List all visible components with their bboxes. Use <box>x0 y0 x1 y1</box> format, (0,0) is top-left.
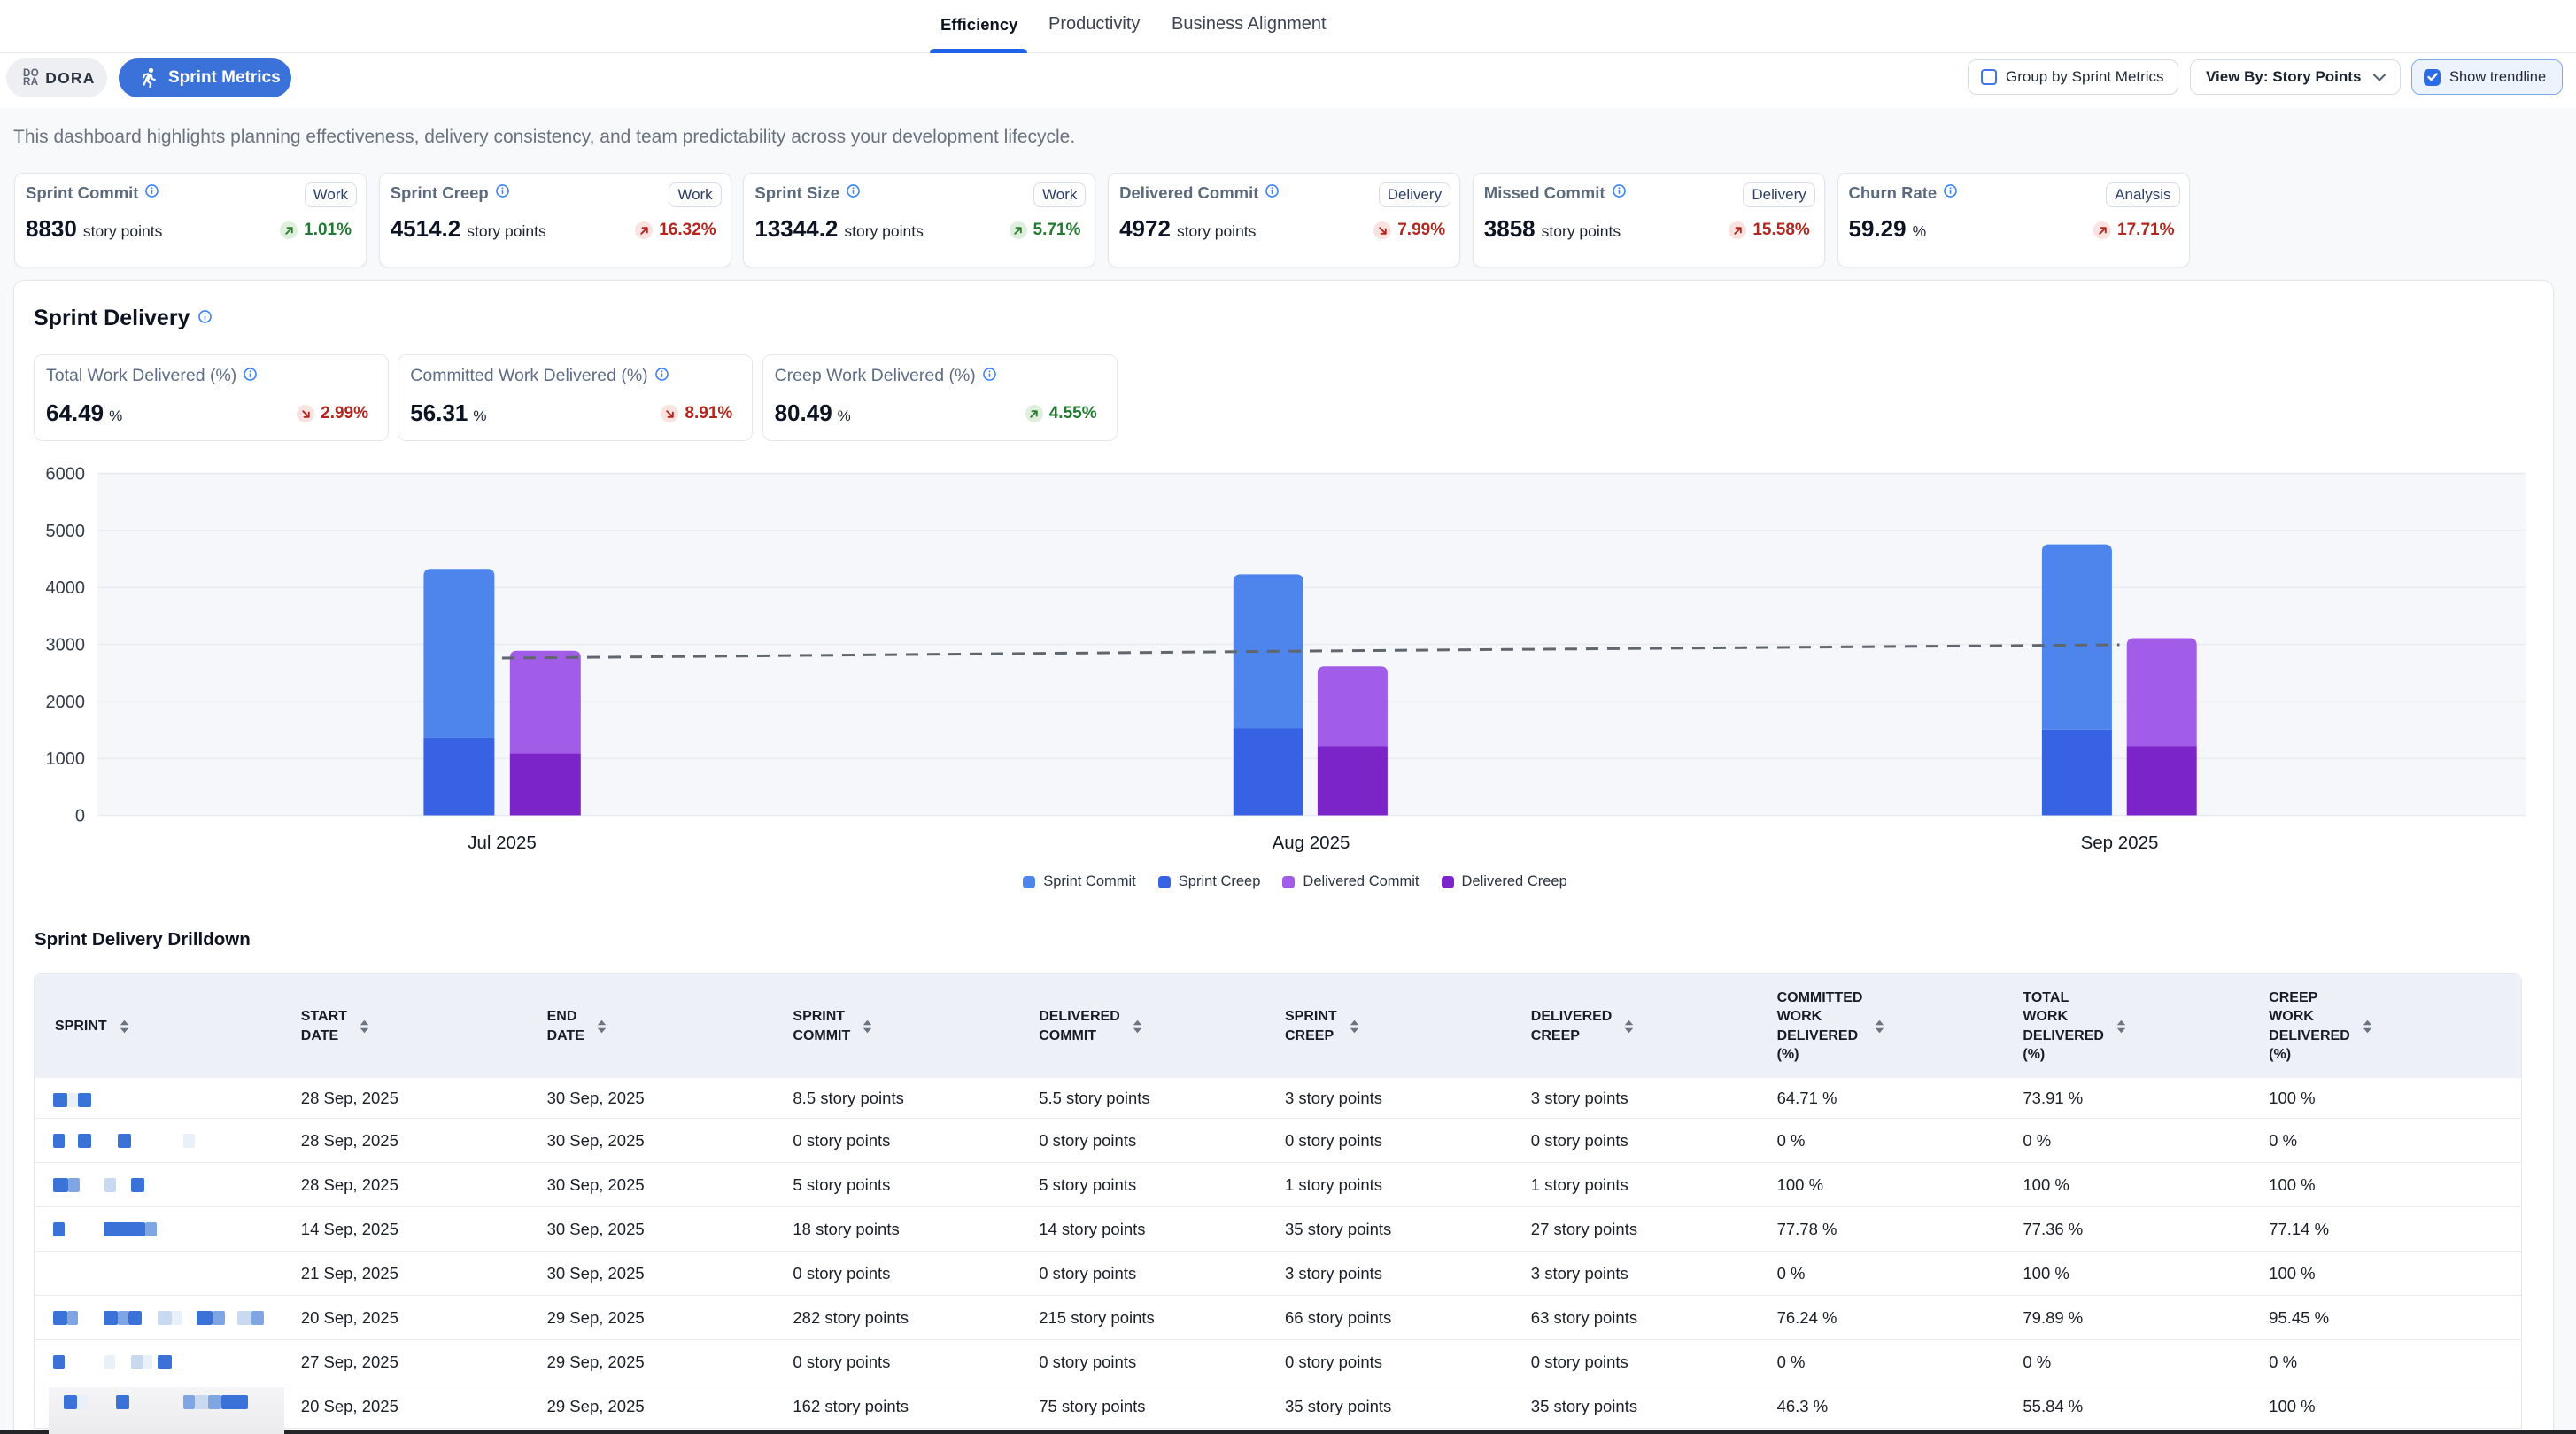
svg-text:0: 0 <box>75 807 85 826</box>
svg-text:Jul 2025: Jul 2025 <box>468 833 537 853</box>
svg-text:2000: 2000 <box>46 693 86 712</box>
svg-text:4000: 4000 <box>46 578 86 598</box>
svg-text:Aug 2025: Aug 2025 <box>1273 833 1350 853</box>
svg-text:6000: 6000 <box>46 465 86 484</box>
svg-text:1000: 1000 <box>46 749 86 769</box>
svg-text:3000: 3000 <box>46 636 86 655</box>
svg-text:5000: 5000 <box>46 522 86 541</box>
svg-text:Sep 2025: Sep 2025 <box>2081 833 2159 853</box>
